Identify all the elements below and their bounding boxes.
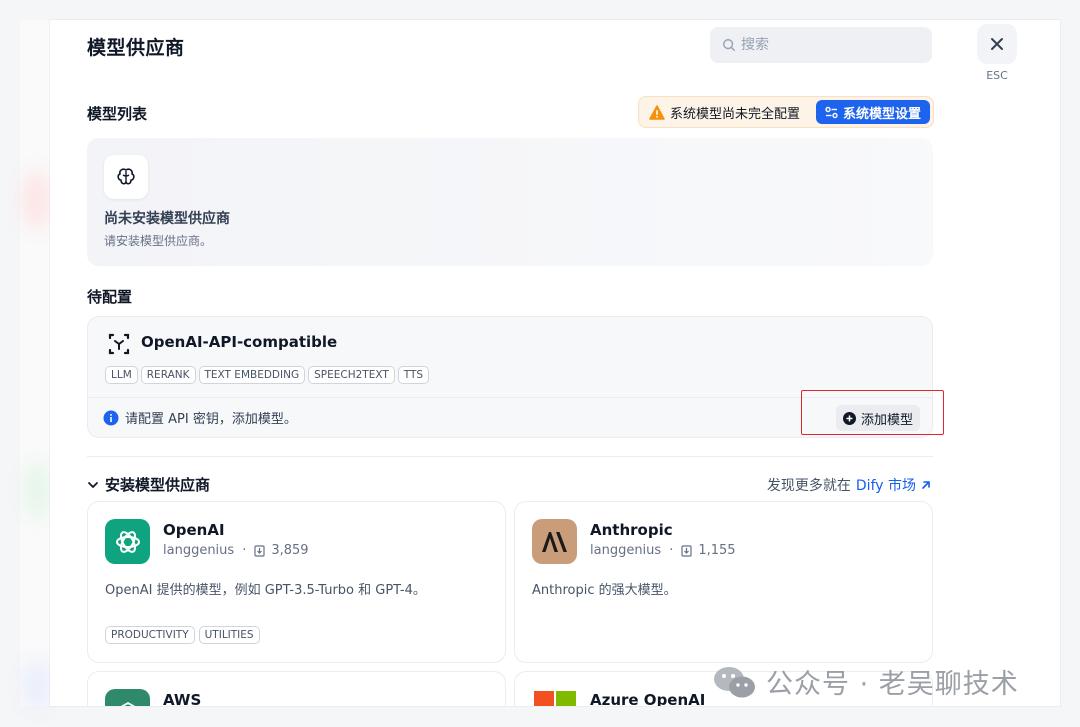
close-button[interactable]: [977, 24, 1017, 64]
warning-text: 系统模型尚未完全配置: [670, 106, 801, 122]
provider-name: Azure OpenAI: [590, 691, 706, 706]
chevron-down-icon: [88, 481, 98, 488]
provider-name: Anthropic: [590, 521, 673, 539]
provider-description: OpenAI 提供的模型，例如 GPT-3.5-Turbo 和 GPT-4。: [105, 583, 426, 598]
background-blur: [24, 170, 50, 230]
openai-logo-icon: [105, 519, 150, 564]
search-icon: [723, 39, 735, 51]
model-list-heading: 模型列表: [87, 105, 148, 123]
capability-tag: SPEECH2TEXT: [308, 366, 395, 384]
background-blur: [24, 460, 50, 520]
system-model-settings-label: 系统模型设置: [842, 106, 921, 122]
empty-model-state: 尚未安装模型供应商 请安装模型供应商。: [87, 138, 933, 266]
capability-tag: TEXT EMBEDDING: [198, 366, 306, 384]
install-providers-heading: 安装模型供应商: [105, 476, 211, 494]
search-box[interactable]: [710, 27, 932, 63]
brain-icon: [104, 155, 148, 199]
external-arrow-icon: [922, 481, 930, 489]
category-tag: UTILITIES: [198, 626, 260, 644]
capability-tag: LLM: [105, 366, 138, 384]
provider-card-azure-openai[interactable]: Azure OpenAI: [514, 671, 933, 706]
install-providers-toggle[interactable]: 安装模型供应商: [87, 474, 210, 495]
download-count-icon: [254, 544, 265, 557]
background-panel: [20, 20, 52, 706]
page-title: 模型供应商: [87, 37, 185, 59]
provider-name: AWS: [163, 691, 202, 706]
pending-provider-name: OpenAI-API-compatible: [141, 333, 338, 351]
install-count: 1,155: [698, 543, 736, 558]
pending-config-heading: 待配置: [87, 288, 133, 306]
info-icon: [103, 410, 119, 425]
category-tag: PRODUCTIVITY: [105, 626, 195, 644]
empty-state-title: 尚未安装模型供应商: [104, 211, 230, 227]
openai-compatible-icon: [108, 333, 130, 355]
settings-sliders-icon: [825, 106, 838, 118]
microsoft-logo-icon: [532, 689, 577, 706]
marketplace-link[interactable]: 发现更多就在 Dify 市场: [767, 475, 932, 495]
empty-state-description: 请安装模型供应商。: [104, 234, 213, 248]
model-provider-modal: 模型供应商 ESC 模型列表 系统模型尚未完全配置 系统模型设置 尚未安装模型供…: [50, 20, 1060, 706]
capability-tag: RERANK: [140, 366, 196, 384]
card-divider: [88, 397, 932, 398]
provider-meta: langgenius · 3,859: [163, 543, 309, 558]
background-blur: [24, 660, 50, 710]
marketplace-link-text: Dify 市场: [855, 478, 916, 494]
search-input[interactable]: [741, 37, 921, 53]
aws-logo-icon: [105, 689, 150, 706]
provider-name: OpenAI: [163, 521, 225, 539]
warning-icon: [649, 104, 665, 120]
capability-tags: LLM RERANK TEXT EMBEDDING SPEECH2TEXT TT…: [105, 366, 430, 384]
pending-provider-card: OpenAI-API-compatible LLM RERANK TEXT EM…: [87, 316, 933, 438]
add-model-button[interactable]: 添加模型: [836, 405, 921, 431]
section-divider: [87, 456, 933, 457]
marketplace-link-prefix: 发现更多就在: [766, 478, 851, 494]
provider-card-openai[interactable]: OpenAI langgenius · 3,859 OpenAI 提供的模型，例…: [87, 501, 506, 663]
add-model-label: 添加模型: [861, 412, 914, 428]
system-model-warning: 系统模型尚未完全配置 系统模型设置: [638, 96, 934, 128]
provider-tags: PRODUCTIVITY UTILITIES: [105, 626, 260, 644]
provider-card-aws[interactable]: AWS: [87, 671, 506, 706]
anthropic-logo-icon: [532, 519, 577, 564]
esc-hint: ESC: [986, 69, 1008, 82]
config-hint: 请配置 API 密钥，添加模型。: [103, 408, 297, 427]
provider-card-anthropic[interactable]: Anthropic langgenius · 1,155 Anthropic 的…: [514, 501, 933, 663]
meta-separator: ·: [242, 543, 247, 558]
provider-meta: langgenius · 1,155: [590, 543, 736, 558]
capability-tag: TTS: [397, 366, 430, 384]
close-icon: [991, 38, 1003, 50]
download-count-icon: [681, 544, 692, 557]
config-hint-text: 请配置 API 密钥，添加模型。: [125, 412, 297, 427]
system-model-settings-button[interactable]: 系统模型设置: [815, 100, 930, 124]
meta-separator: ·: [669, 543, 674, 558]
plus-circle-icon: [843, 411, 856, 425]
provider-author: langgenius: [590, 543, 662, 558]
provider-description: Anthropic 的强大模型。: [532, 583, 677, 598]
provider-author: langgenius: [163, 543, 235, 558]
install-count: 3,859: [271, 543, 309, 558]
